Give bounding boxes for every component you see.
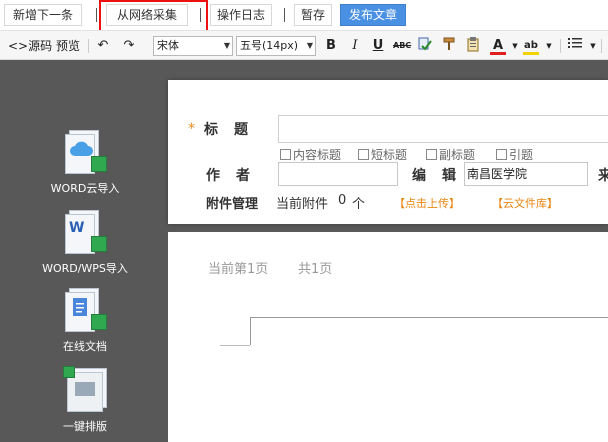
font-color-icon[interactable]: A <box>489 36 507 56</box>
undo-icon[interactable]: ↶ <box>94 36 112 56</box>
redo-icon[interactable]: ↷ <box>120 36 138 56</box>
tool-label: 一键排版 <box>63 420 107 433</box>
font-size-select[interactable]: 五号(14px) ▼ <box>236 36 316 56</box>
font-color-swatch <box>490 52 506 55</box>
author-input[interactable] <box>278 162 398 186</box>
format-toolbar: <>源码 预览 ↶ ↷ 宋体 ▼ 五号(14px) ▼ B I U ABC A … <box>0 30 608 60</box>
underline-icon[interactable]: U <box>369 36 387 56</box>
word-cloud-import-tool[interactable]: WORD云导入 <box>40 128 130 196</box>
content-title-checkbox[interactable]: 内容标题 <box>280 146 341 163</box>
font-color-letter: A <box>492 38 504 53</box>
upload-link[interactable]: 【点击上传】 <box>394 195 460 211</box>
tool-label: 在线文档 <box>63 340 107 353</box>
list-icon[interactable] <box>566 36 584 56</box>
font-size-value: 五号(14px) <box>240 39 299 52</box>
checkbox-label: 短标题 <box>371 148 408 162</box>
online-document-icon <box>63 286 107 334</box>
highlight-swatch <box>523 52 539 55</box>
divider <box>96 8 97 22</box>
chevron-down-icon[interactable]: ▼ <box>584 36 602 56</box>
source-code-button[interactable]: <>源码 <box>8 36 52 56</box>
divider <box>88 39 89 53</box>
one-click-layout-tool[interactable]: 一键排版 <box>40 366 130 434</box>
word-cloud-icon <box>63 128 107 176</box>
checkbox-label: 内容标题 <box>293 148 342 162</box>
highlight-letter: ab <box>524 40 538 51</box>
new-next-button[interactable]: 新增下一条 <box>4 4 82 26</box>
top-action-bar: 新增下一条 从网络采集 操作日志 暂存 发布文章 <box>0 0 608 30</box>
font-family-value: 宋体 <box>157 39 179 52</box>
page-margin-guide <box>250 317 608 318</box>
chevron-down-icon: ▼ <box>306 41 313 50</box>
article-form-panel: * 标 题 内容标题 短标题 副标题 引题 作 者 编 辑 南昌医学院 来 附件… <box>168 80 608 224</box>
save-draft-button[interactable]: 暂存 <box>294 4 332 26</box>
layout-icon <box>63 366 107 414</box>
page-margin-guide <box>220 345 250 346</box>
left-tool-panel: WORD云导入 W WORD/WPS导入 在线文档 一键排版 <box>0 60 168 442</box>
divider <box>601 39 602 53</box>
tool-label: WORD/WPS导入 <box>42 262 128 275</box>
attachment-count: 0 <box>338 193 347 208</box>
strikethrough-icon[interactable]: ABC <box>393 36 411 56</box>
publish-article-button[interactable]: 发布文章 <box>340 4 406 26</box>
subtitle-checkbox[interactable]: 副标题 <box>426 146 475 163</box>
bold-icon[interactable]: B <box>322 36 340 56</box>
title-label: 标 题 <box>204 122 249 138</box>
title-input[interactable] <box>278 115 608 143</box>
chevron-down-icon[interactable]: ▼ <box>540 36 558 56</box>
divider <box>284 8 285 22</box>
short-title-checkbox[interactable]: 短标题 <box>358 146 407 163</box>
checkbox-label: 引题 <box>509 148 534 162</box>
total-pages-indicator: 共1页 <box>298 262 333 277</box>
author-label: 作 者 <box>206 168 251 184</box>
document-editor-area[interactable]: 当前第1页 共1页 <box>168 232 608 442</box>
word-wps-import-tool[interactable]: W WORD/WPS导入 <box>40 208 130 276</box>
required-marker: * <box>188 121 195 137</box>
format-painter-icon[interactable] <box>440 36 458 56</box>
page-margin-guide <box>250 317 251 345</box>
current-attachment-label: 当前附件 <box>276 197 329 212</box>
tool-label: WORD云导入 <box>50 182 120 195</box>
attachment-label: 附件管理 <box>206 197 259 212</box>
editor-input[interactable]: 南昌医学院 <box>464 162 588 186</box>
word-document-icon: W <box>63 208 107 256</box>
highlight-color-icon[interactable]: ab <box>522 36 540 56</box>
cloud-library-link[interactable]: 【云文件库】 <box>492 195 558 211</box>
chevron-down-icon: ▼ <box>223 41 230 50</box>
lead-title-checkbox[interactable]: 引题 <box>496 146 533 163</box>
attachment-unit: 个 <box>352 197 366 212</box>
preview-button[interactable]: 预览 <box>56 36 80 56</box>
spellcheck-icon[interactable] <box>416 36 434 56</box>
font-family-select[interactable]: 宋体 ▼ <box>153 36 233 56</box>
italic-icon[interactable]: I <box>346 36 364 56</box>
source-label: 来 <box>598 168 608 184</box>
checkbox-label: 副标题 <box>439 148 476 162</box>
divider <box>560 39 561 53</box>
editor-label: 编 辑 <box>412 168 457 184</box>
operation-log-button[interactable]: 操作日志 <box>210 4 272 26</box>
paste-icon[interactable] <box>464 36 482 56</box>
current-page-indicator: 当前第1页 <box>208 262 269 277</box>
online-document-tool[interactable]: 在线文档 <box>40 286 130 354</box>
